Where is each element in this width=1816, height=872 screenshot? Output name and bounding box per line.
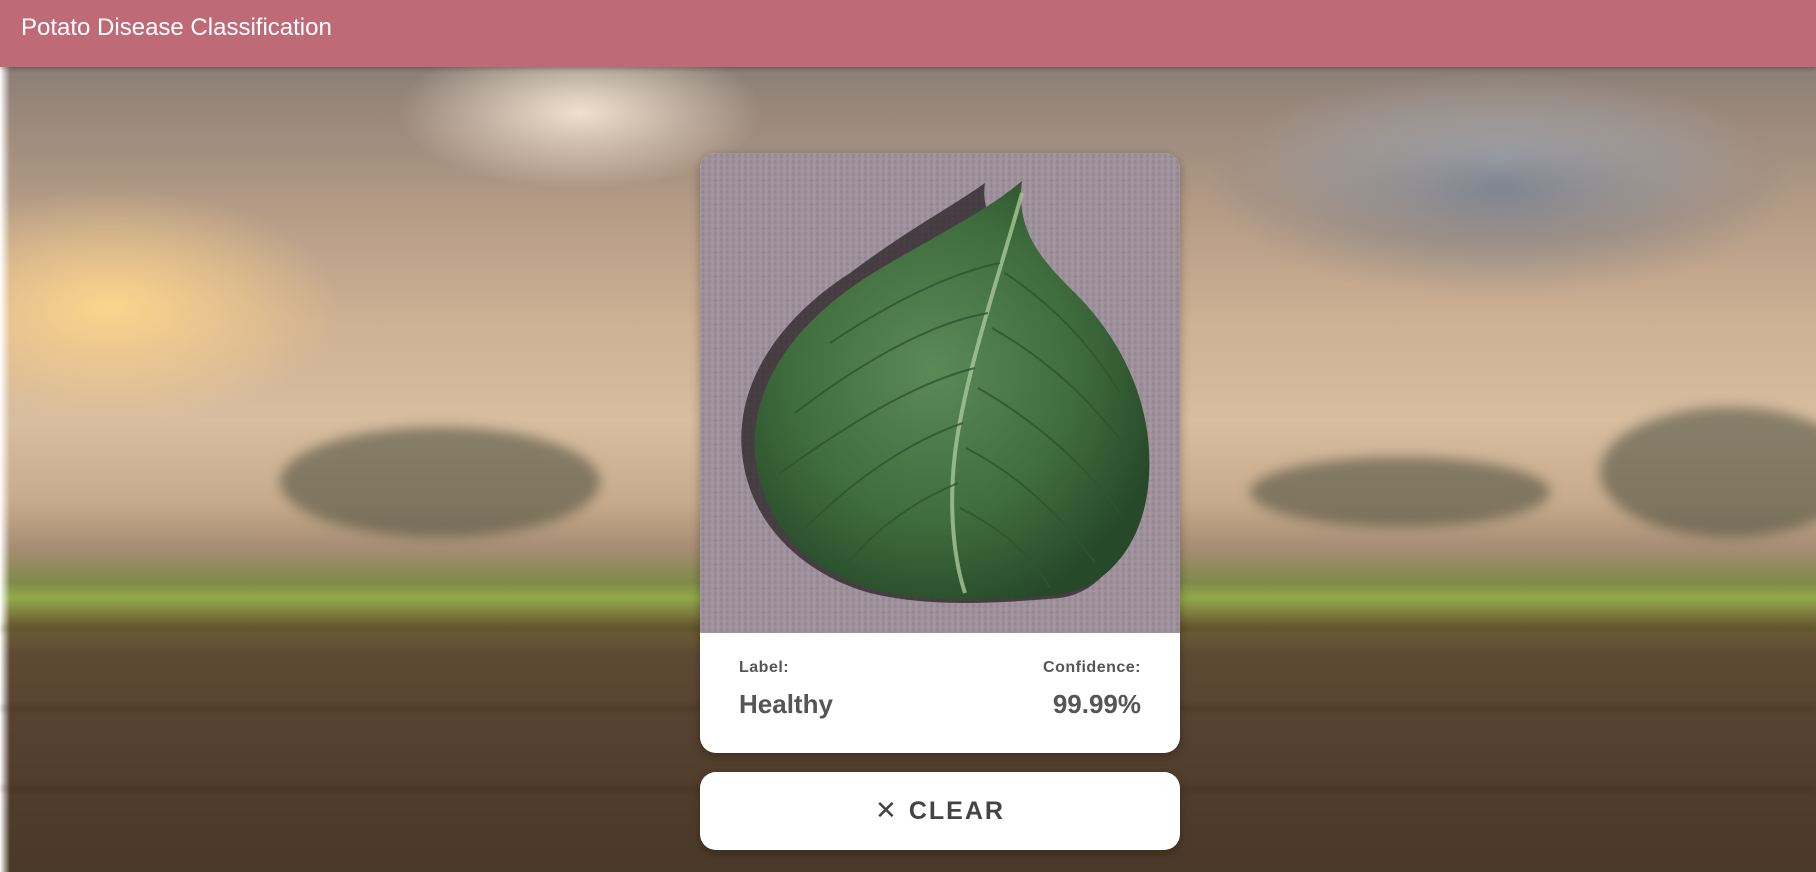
clear-button[interactable]: ✕ CLEAR [700,772,1180,850]
label-caption: Label: [739,659,790,676]
app-title: Potato Disease Classification [21,13,332,41]
left-edge-fade [0,67,10,872]
uploaded-leaf-image [700,153,1180,633]
tree-cluster-left [280,427,600,537]
clear-button-label: CLEAR [908,796,1005,825]
confidence-value: 99.99% [1052,689,1141,719]
tree-cluster-mid [1250,457,1550,527]
close-icon: ✕ [875,796,897,826]
prediction-result: Label: Confidence: Healthy 99.99% [700,633,1180,753]
label-value: Healthy [739,689,833,719]
prediction-card: Label: Confidence: Healthy 99.99% [700,153,1180,753]
tree-cluster-right [1600,407,1816,537]
confidence-caption: Confidence: [1043,659,1141,676]
app-bar: Potato Disease Classification [0,0,1816,67]
